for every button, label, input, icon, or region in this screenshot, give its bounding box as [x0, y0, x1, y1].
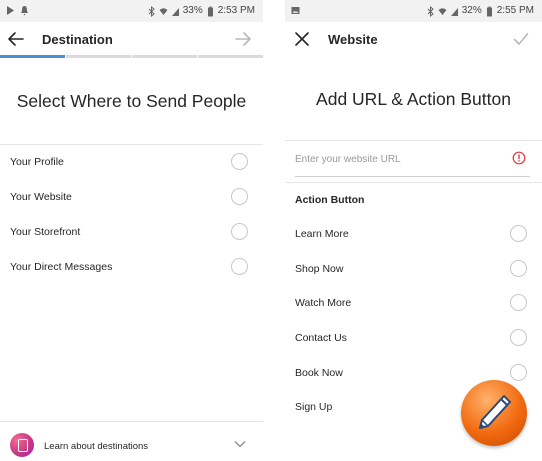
battery-percentage: 33%	[182, 5, 203, 16]
battery-icon	[486, 6, 492, 16]
website-url-input[interactable]	[295, 150, 495, 168]
play-icon	[7, 6, 14, 15]
battery-icon	[207, 6, 213, 16]
status-time: 2:55 PM	[496, 5, 534, 16]
action-button-section-title: Action Button	[295, 194, 365, 206]
learn-destinations-footer[interactable]: Learn about destinations	[0, 422, 263, 461]
progress-step-4	[198, 55, 263, 58]
option-label: Watch More	[295, 297, 352, 309]
check-icon[interactable]	[512, 30, 530, 48]
radio-button[interactable]	[231, 188, 248, 205]
screen-gap	[263, 0, 285, 461]
wifi-icon	[159, 7, 168, 15]
option-label: Sign Up	[295, 401, 333, 413]
wifi-icon	[438, 7, 447, 15]
divider	[285, 140, 542, 141]
edit-badge	[461, 380, 527, 446]
close-icon[interactable]	[293, 30, 311, 48]
step-progress-bar	[0, 55, 263, 58]
progress-step-3	[132, 55, 197, 58]
radio-button[interactable]	[510, 329, 527, 346]
status-bar: 33% 2:53 PM	[0, 0, 263, 22]
option-label: Your Direct Messages	[10, 261, 113, 273]
signal-icon	[450, 7, 458, 16]
status-time: 2:53 PM	[217, 5, 255, 16]
nav-bar: Destination	[0, 22, 263, 55]
radio-button[interactable]	[510, 364, 527, 381]
option-label: Learn More	[295, 228, 349, 240]
option-label: Contact Us	[295, 332, 347, 344]
screen-heading: Select Where to Send People	[16, 91, 247, 111]
progress-step-1	[0, 55, 65, 58]
option-label: Your Website	[10, 191, 72, 203]
option-label: Book Now	[295, 367, 343, 379]
option-label: Shop Now	[295, 263, 344, 275]
divider	[285, 182, 542, 183]
destination-screen: 33% 2:53 PM Destination Select Where to …	[0, 0, 263, 461]
option-label: Your Storefront	[10, 226, 81, 238]
input-underline	[295, 176, 530, 177]
page-title: Website	[328, 32, 378, 47]
bluetooth-icon	[148, 5, 155, 17]
image-icon	[291, 7, 300, 14]
screen-heading: Add URL & Action Button	[316, 89, 511, 109]
nav-bar: Website	[285, 22, 542, 55]
back-arrow-icon[interactable]	[7, 30, 25, 48]
radio-button[interactable]	[231, 258, 248, 275]
footer-label: Learn about destinations	[44, 441, 149, 452]
battery-percentage: 32%	[461, 5, 482, 16]
forward-arrow-icon[interactable]	[234, 30, 252, 48]
option-label: Your Profile	[10, 156, 64, 168]
warning-icon	[512, 151, 526, 165]
radio-button[interactable]	[231, 153, 248, 170]
divider	[0, 144, 263, 145]
radio-button[interactable]	[510, 294, 527, 311]
pencil-icon	[479, 395, 511, 429]
chevron-down-icon[interactable]	[234, 440, 246, 448]
signal-icon	[171, 7, 179, 16]
radio-button[interactable]	[510, 260, 527, 277]
destinations-info-icon	[10, 433, 34, 457]
radio-button[interactable]	[510, 225, 527, 242]
radio-button[interactable]	[231, 223, 248, 240]
progress-step-2	[66, 55, 131, 58]
status-bar: 32% 2:55 PM	[285, 0, 542, 22]
page-title: Destination	[42, 32, 113, 47]
bluetooth-icon	[427, 5, 434, 17]
notification-icon	[21, 6, 28, 16]
